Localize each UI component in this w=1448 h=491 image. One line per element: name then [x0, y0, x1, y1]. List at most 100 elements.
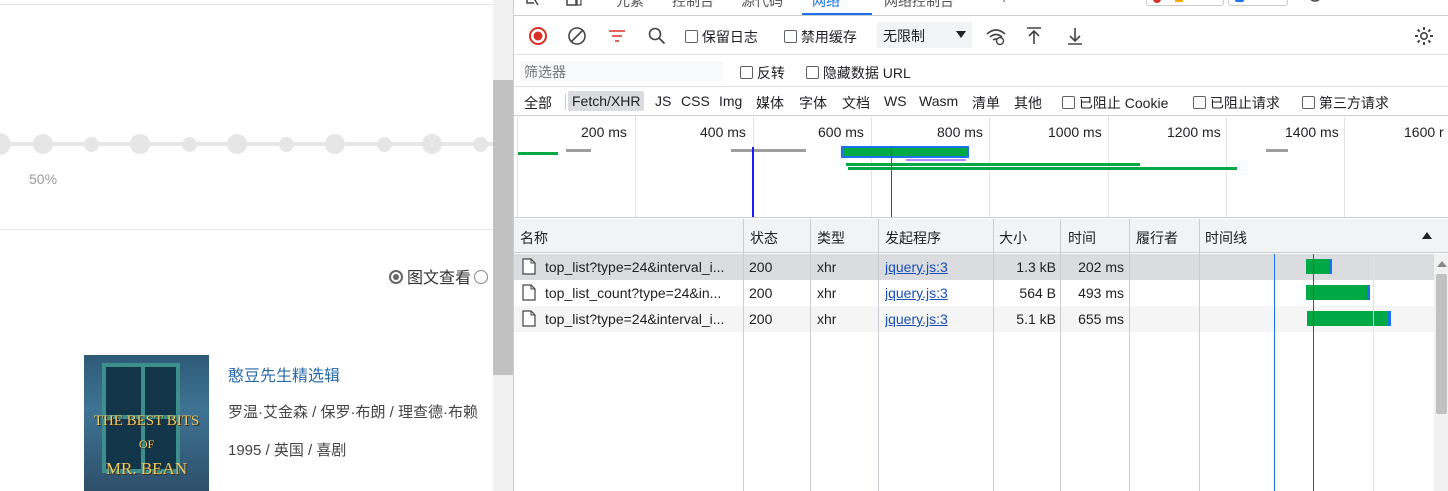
- add-tab-icon[interactable]: +: [1000, 0, 1008, 6]
- waterfall-bar: [1306, 259, 1333, 274]
- column-divider[interactable]: [993, 219, 994, 491]
- checkbox-icon[interactable]: [1193, 96, 1206, 109]
- column-divider[interactable]: [743, 219, 744, 491]
- movie-title-link[interactable]: 憨豆先生精选辑: [228, 362, 340, 386]
- network-conditions-icon[interactable]: [984, 24, 1008, 48]
- tick-label: 1600 r: [1404, 124, 1444, 140]
- column-divider[interactable]: [1129, 219, 1130, 491]
- table-row[interactable]: top_list_count?type=24&in... 200 xhr jqu…: [514, 280, 1434, 306]
- type-filter-all[interactable]: 全部: [524, 93, 552, 113]
- col-header-fulfilled-by[interactable]: 履行者: [1136, 228, 1178, 248]
- column-divider[interactable]: [878, 219, 879, 491]
- column-divider[interactable]: [810, 219, 811, 491]
- scroll-up-icon[interactable]: [1437, 261, 1447, 267]
- active-tab-indicator: [802, 13, 872, 15]
- type-filter-manifest[interactable]: 清单: [972, 93, 1000, 113]
- messages-counter[interactable]: [1228, 0, 1288, 6]
- type-filter-ws[interactable]: WS: [884, 93, 907, 109]
- disable-cache-label: 禁用缓存: [800, 29, 857, 45]
- preserve-log-checkbox[interactable]: 保留日志: [685, 27, 758, 47]
- checkbox-icon[interactable]: [784, 30, 797, 43]
- table-row[interactable]: top_list?type=24&interval_i... 200 xhr j…: [514, 306, 1434, 332]
- checkbox-icon[interactable]: [1302, 96, 1315, 109]
- blocked-cookies-checkbox[interactable]: 已阻止 Cookie: [1062, 93, 1168, 113]
- cell-initiator-link[interactable]: jquery.js:3: [885, 311, 948, 327]
- filter-icon[interactable]: [605, 24, 629, 48]
- col-header-status[interactable]: 状态: [750, 228, 778, 248]
- import-har-icon[interactable]: [1022, 24, 1046, 48]
- invert-checkbox[interactable]: 反转: [740, 63, 785, 83]
- network-toolbar: 保留日志 禁用缓存 无限制: [514, 17, 1448, 55]
- tab-network[interactable]: 网络: [812, 0, 840, 11]
- hide-data-urls-checkbox[interactable]: 隐藏数据 URL: [806, 63, 911, 83]
- page-scrollbar[interactable]: [493, 0, 513, 491]
- progress-dot[interactable]: [422, 134, 442, 154]
- issues-counter[interactable]: [1146, 0, 1224, 6]
- cell-initiator-link[interactable]: jquery.js:3: [885, 285, 948, 301]
- col-header-waterfall[interactable]: 时间线: [1205, 228, 1247, 248]
- checkbox-icon[interactable]: [806, 66, 819, 79]
- tab-elements[interactable]: 元素: [616, 0, 644, 11]
- throttle-select[interactable]: 无限制: [877, 22, 972, 48]
- col-header-size[interactable]: 大小: [999, 228, 1027, 248]
- type-filter-css[interactable]: CSS: [681, 93, 710, 109]
- type-filter-font[interactable]: 字体: [799, 93, 827, 113]
- blocked-requests-checkbox[interactable]: 已阻止请求: [1193, 93, 1280, 113]
- inspect-icon[interactable]: [526, 0, 542, 10]
- record-icon[interactable]: [526, 24, 550, 48]
- table-scrollbar[interactable]: [1434, 254, 1448, 491]
- disable-cache-checkbox[interactable]: 禁用缓存: [784, 27, 857, 47]
- col-header-time[interactable]: 时间: [1068, 228, 1096, 248]
- progress-dot[interactable]: [33, 134, 53, 154]
- table-row[interactable]: top_list?type=24&interval_i... 200 xhr j…: [514, 254, 1434, 280]
- checkbox-icon[interactable]: [740, 66, 753, 79]
- progress-dot[interactable]: [325, 134, 345, 154]
- type-filter-doc[interactable]: 文档: [842, 93, 870, 113]
- scrollbar-thumb[interactable]: [493, 80, 513, 375]
- filter-input[interactable]: [520, 61, 723, 82]
- tab-console[interactable]: 控制台: [672, 0, 714, 11]
- type-filter-media[interactable]: 媒体: [756, 93, 784, 113]
- progress-dot[interactable]: [377, 137, 392, 152]
- radio-unselected-icon[interactable]: [474, 270, 489, 284]
- search-icon[interactable]: [645, 24, 669, 48]
- type-filter-fetch-xhr[interactable]: Fetch/XHR: [568, 91, 645, 111]
- column-divider[interactable]: [1060, 219, 1061, 491]
- progress-dot[interactable]: [84, 137, 99, 152]
- device-icon[interactable]: [566, 0, 582, 10]
- progress-dot[interactable]: [473, 137, 488, 152]
- more-options-icon[interactable]: [1364, 0, 1374, 9]
- progress-dot[interactable]: [182, 137, 197, 152]
- progress-dot[interactable]: [279, 137, 294, 152]
- overview-selected-range[interactable]: [841, 146, 969, 158]
- clear-icon[interactable]: [565, 24, 589, 48]
- third-party-checkbox[interactable]: 第三方请求: [1302, 93, 1389, 113]
- checkbox-icon[interactable]: [1062, 96, 1075, 109]
- overview-timeline[interactable]: 200 ms 400 ms 600 ms 800 ms 1000 ms 1200…: [514, 117, 1448, 218]
- cell-name: top_list?type=24&interval_i...: [545, 259, 725, 275]
- checkbox-icon[interactable]: [685, 30, 698, 43]
- col-header-type[interactable]: 类型: [817, 228, 845, 248]
- progress-dot[interactable]: [130, 134, 150, 154]
- movie-cast: 罗温·艾金森 / 保罗·布朗 / 理查德·布赖: [228, 404, 478, 421]
- view-mode-radio[interactable]: 图文查看: [389, 264, 489, 288]
- sort-ascending-icon[interactable]: [1422, 232, 1432, 239]
- col-header-initiator[interactable]: 发起程序: [885, 228, 941, 248]
- type-filter-other[interactable]: 其他: [1014, 93, 1042, 113]
- cell-initiator-link[interactable]: jquery.js:3: [885, 259, 948, 275]
- movie-cover[interactable]: THE BEST BITS OF MR. BEAN: [84, 355, 209, 491]
- col-header-name[interactable]: 名称: [520, 228, 548, 248]
- network-settings-icon[interactable]: [1412, 24, 1436, 48]
- export-har-icon[interactable]: [1063, 24, 1087, 48]
- scrollbar-thumb[interactable]: [1436, 274, 1447, 414]
- type-filter-img[interactable]: Img: [719, 93, 742, 109]
- type-filter-js[interactable]: JS: [655, 93, 671, 109]
- tab-sources[interactable]: 源代码: [741, 0, 783, 11]
- type-filter-wasm[interactable]: Wasm: [919, 93, 958, 109]
- settings-icon[interactable]: [1306, 0, 1324, 9]
- tab-network-console[interactable]: 网络控制台: [884, 0, 954, 11]
- progress-dot[interactable]: [0, 133, 11, 155]
- close-icon[interactable]: [1418, 0, 1432, 9]
- column-divider[interactable]: [1199, 219, 1200, 491]
- progress-dot[interactable]: [227, 134, 247, 154]
